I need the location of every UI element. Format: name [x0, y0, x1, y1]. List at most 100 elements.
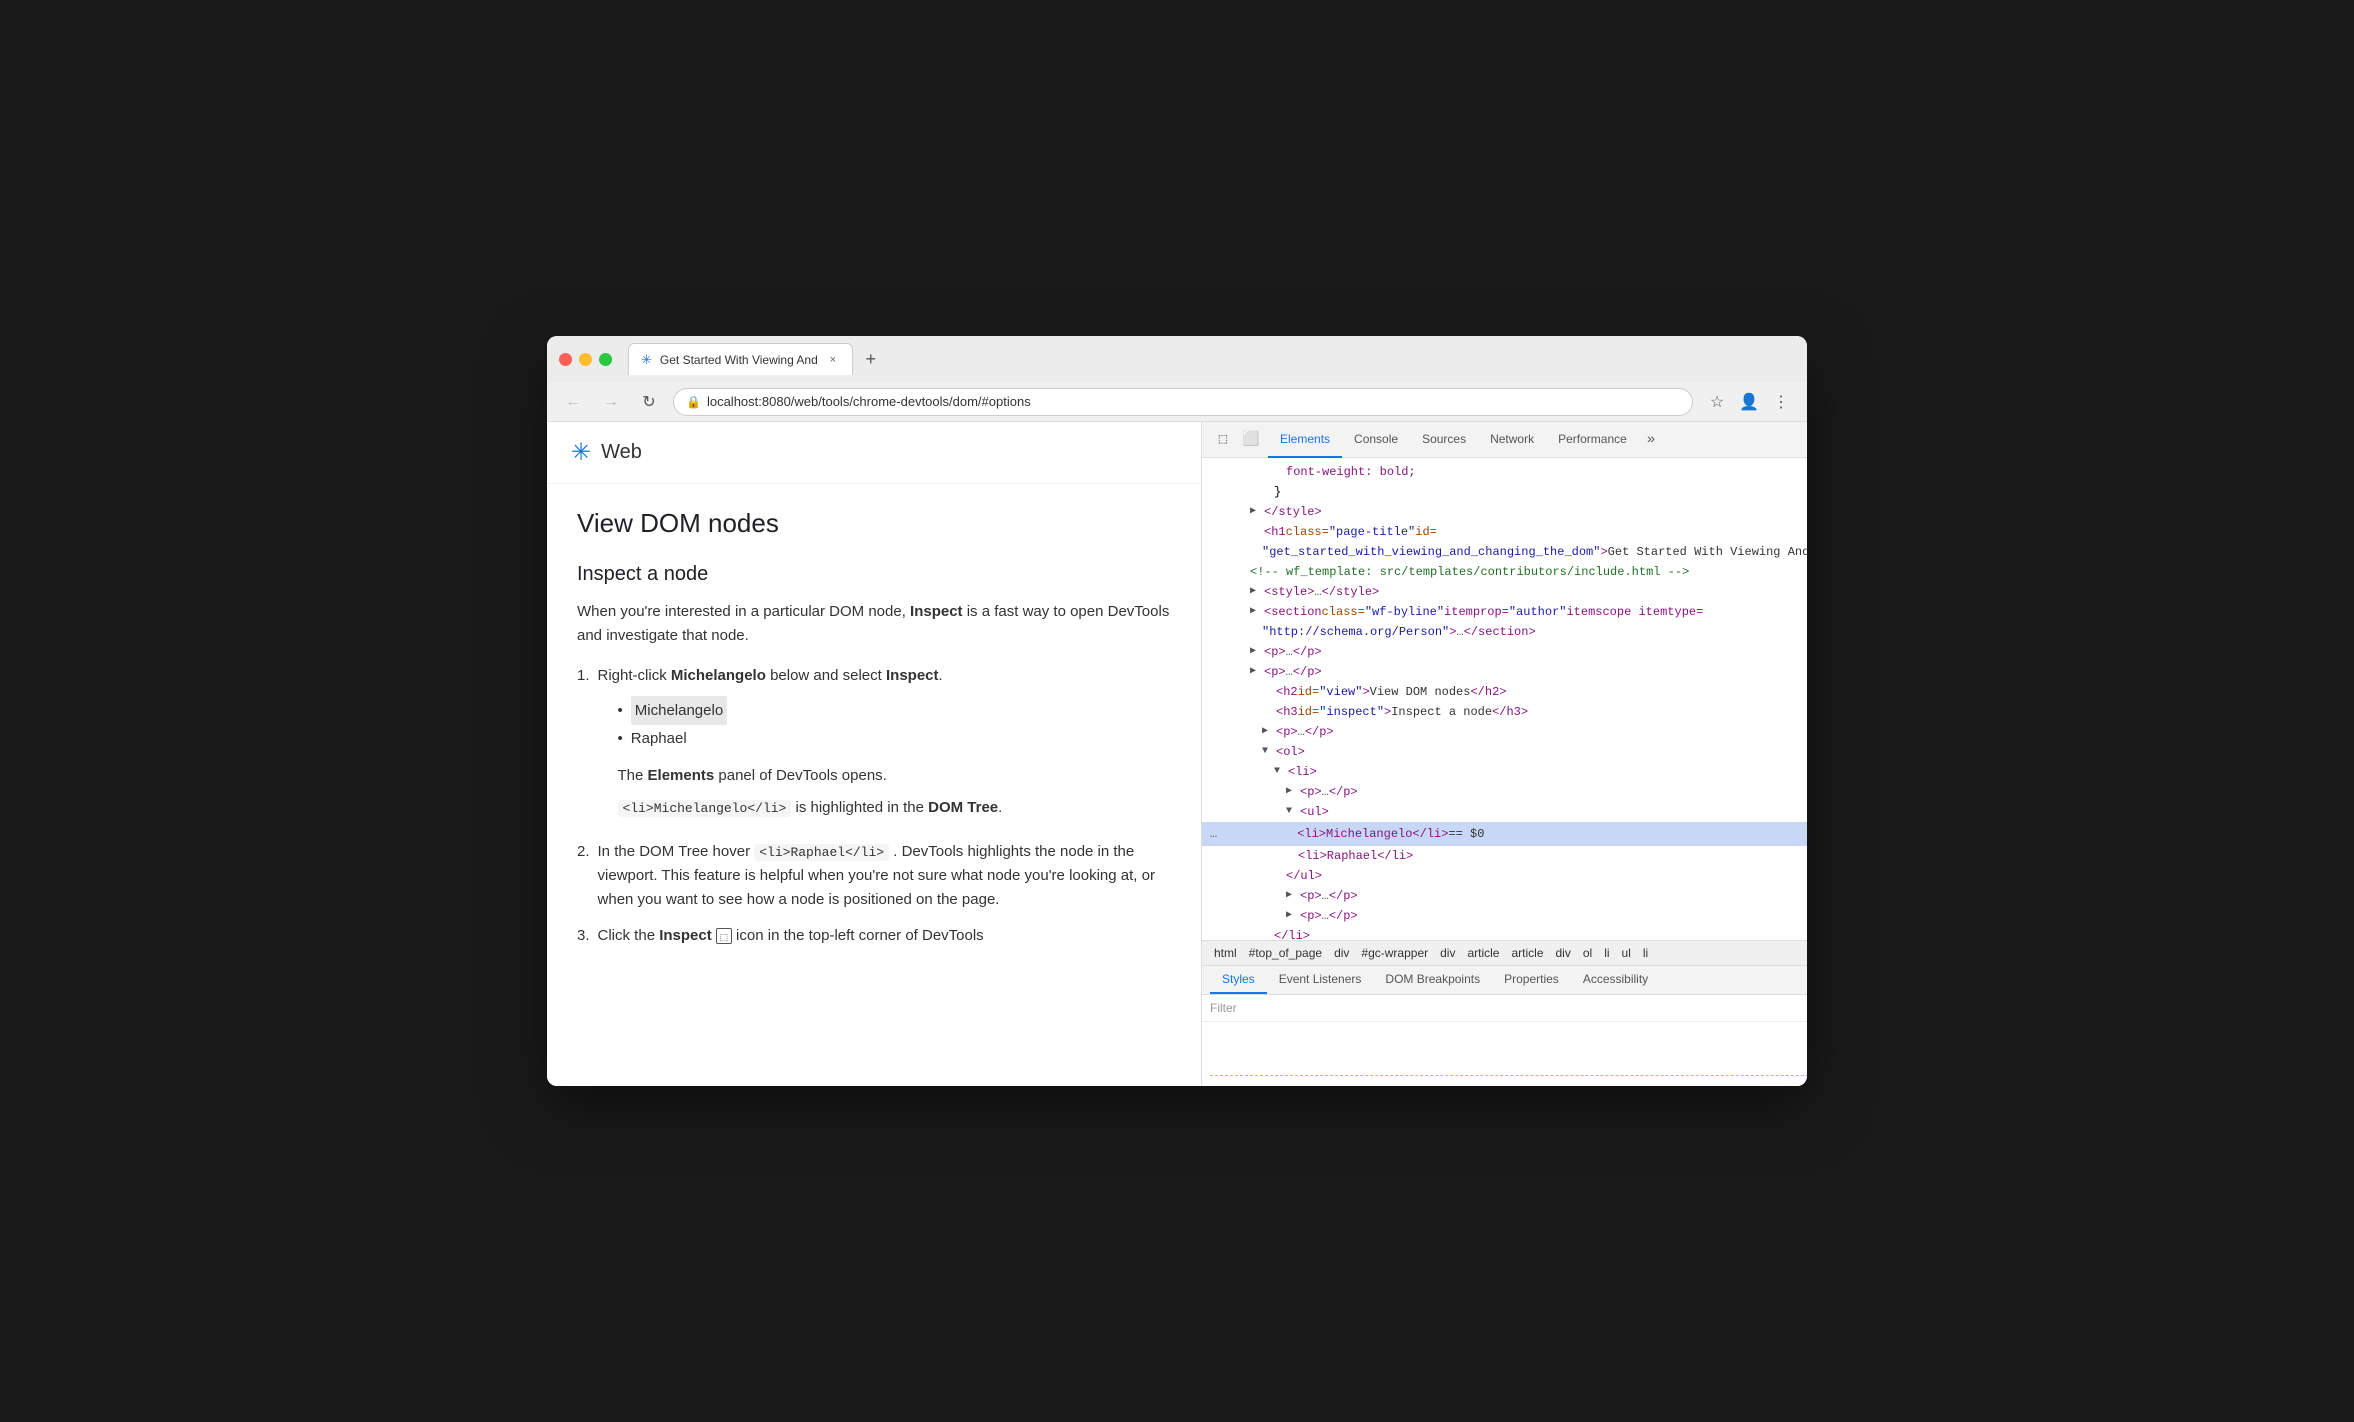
dom-line[interactable]: ▼ <li> [1202, 762, 1807, 782]
dom-line[interactable]: ▶ <section class= "wf-byline" itemprop= … [1202, 602, 1807, 622]
dom-line[interactable]: </li> [1202, 926, 1807, 940]
breadcrumb-ol[interactable]: ol [1579, 945, 1596, 961]
dom-line[interactable]: <li>Raphael</li> [1202, 846, 1807, 866]
breadcrumb-div2[interactable]: div [1436, 945, 1459, 961]
inspect-bold-2: Inspect [659, 927, 712, 944]
ul-item-raphael: Raphael [618, 725, 1003, 752]
tab-console[interactable]: Console [1342, 422, 1410, 458]
dom-line[interactable]: } [1202, 482, 1807, 502]
p5-end: </p> [1329, 887, 1358, 905]
ul-close: </ul> [1286, 867, 1322, 885]
dom-line[interactable]: font-weight: bold; [1202, 462, 1807, 482]
tab-styles[interactable]: Styles [1210, 966, 1267, 994]
close-window-button[interactable] [559, 353, 572, 366]
dom-line-selected[interactable]: … <li>Michelangelo</li> == $0 [1202, 822, 1807, 846]
expand-icon[interactable]: ▶ [1286, 907, 1300, 925]
expand-icon[interactable]: ▶ [1250, 663, 1264, 681]
dots: … [1298, 723, 1305, 741]
dom-line[interactable]: "http://schema.org/Person" > … </section… [1202, 622, 1807, 642]
breadcrumb-html[interactable]: html [1210, 945, 1241, 961]
devtools-device-button[interactable]: ⬜ [1238, 427, 1264, 453]
browser-tab[interactable]: ✳ Get Started With Viewing And × [628, 343, 853, 375]
breadcrumb-article1[interactable]: article [1463, 945, 1503, 961]
breadcrumb-top[interactable]: #top_of_page [1245, 945, 1326, 961]
expand-icon[interactable]: ▶ [1286, 887, 1300, 905]
breadcrumb-div3[interactable]: div [1552, 945, 1575, 961]
breadcrumb-li[interactable]: li [1600, 945, 1613, 961]
expand-icon[interactable]: ▶ [1250, 503, 1264, 521]
tab-network[interactable]: Network [1478, 422, 1546, 458]
breadcrumb-ul[interactable]: ul [1618, 945, 1635, 961]
back-button[interactable]: ← [559, 388, 587, 416]
dom-line[interactable]: ▶ <p> … </p> [1202, 722, 1807, 742]
dom-line[interactable]: </ul> [1202, 866, 1807, 886]
bookmark-button[interactable]: ☆ [1703, 388, 1731, 416]
dom-line[interactable]: <h1 class= "page-title" id= [1202, 522, 1807, 542]
expand-icon[interactable]: ▼ [1262, 743, 1276, 761]
p3-end: </p> [1305, 723, 1334, 741]
tab-performance[interactable]: Performance [1546, 422, 1639, 458]
dom-line[interactable]: <h3 id= "inspect" > Inspect a node </h3> [1202, 702, 1807, 722]
tab-dom-breakpoints[interactable]: DOM Breakpoints [1373, 966, 1492, 994]
dom-line[interactable]: ▶ <p> … </p> [1202, 782, 1807, 802]
dom-line[interactable]: "get_started_with_viewing_and_changing_t… [1202, 542, 1807, 562]
expand-icon[interactable]: ▶ [1250, 583, 1264, 601]
dom-line[interactable]: ▶ <p> … </p> [1202, 886, 1807, 906]
reload-icon: ↻ [642, 392, 655, 412]
p1-collapsed: <p> [1264, 643, 1286, 661]
dom-line[interactable]: ▶ </style> [1202, 502, 1807, 522]
dom-line[interactable]: ▼ <ul> [1202, 802, 1807, 822]
expand-icon[interactable]: ▼ [1286, 803, 1300, 821]
dom-line[interactable]: ▶ <p> … </p> [1202, 642, 1807, 662]
dom-line[interactable]: ▼ <ol> [1202, 742, 1807, 762]
expand-icon[interactable]: ▶ [1286, 783, 1300, 801]
tab-properties[interactable]: Properties [1492, 966, 1571, 994]
section-itemscope: itemscope itemtype= [1566, 603, 1703, 621]
expand-icon[interactable]: ▶ [1250, 643, 1264, 661]
more-tabs-button[interactable]: » [1639, 426, 1663, 454]
breadcrumb-article2[interactable]: article [1507, 945, 1547, 961]
dom-line[interactable]: ▶ <style> … </style> [1202, 582, 1807, 602]
michelangelo-highlighted: Michelangelo [631, 696, 727, 725]
dom-line[interactable]: ▶ <p> … </p> [1202, 662, 1807, 682]
minimize-window-button[interactable] [579, 353, 592, 366]
dom-line[interactable]: ▶ <p> … </p> [1202, 906, 1807, 926]
tab-sources[interactable]: Sources [1410, 422, 1478, 458]
traffic-lights [559, 353, 612, 366]
devtools-inspect-button[interactable]: ⬚ [1210, 427, 1236, 453]
breadcrumb-li2[interactable]: li [1639, 945, 1652, 961]
menu-icon: ⋮ [1773, 392, 1789, 412]
maximize-window-button[interactable] [599, 353, 612, 366]
forward-button[interactable]: → [597, 388, 625, 416]
section-itemprop-val: "author" [1509, 603, 1567, 621]
tab-accessibility[interactable]: Accessibility [1571, 966, 1660, 994]
reload-button[interactable]: ↻ [635, 388, 663, 416]
breadcrumb-div1[interactable]: div [1330, 945, 1353, 961]
tab-dom-breakpoints-label: DOM Breakpoints [1385, 972, 1480, 986]
filter-input[interactable]: Filter [1210, 1001, 1807, 1015]
new-tab-button[interactable]: + [857, 345, 885, 373]
devtools-icons: ⬚ ⬜ [1210, 427, 1264, 453]
h3-id-attr: id= [1298, 703, 1320, 721]
menu-button[interactable]: ⋮ [1767, 388, 1795, 416]
michelangelo-bold: Michelangelo [671, 667, 766, 684]
expand-icon[interactable]: ▶ [1250, 603, 1264, 621]
section-tag: <section [1264, 603, 1322, 621]
dom-line[interactable]: <h2 id= "view" > View DOM nodes </h2> [1202, 682, 1807, 702]
tab-elements[interactable]: Elements [1268, 422, 1342, 458]
tab-elements-label: Elements [1280, 432, 1330, 446]
dom-tree[interactable]: font-weight: bold; } ▶ </style> <h [1202, 458, 1807, 940]
breadcrumb-gc-wrapper[interactable]: #gc-wrapper [1357, 945, 1432, 961]
p6-end: </p> [1329, 907, 1358, 925]
expand-icon[interactable]: ▶ [1262, 723, 1276, 741]
h3-open: <h3 [1276, 703, 1298, 721]
dom-line[interactable]: <!-- wf_template: src/templates/contribu… [1202, 562, 1807, 582]
expand-icon[interactable]: ▼ [1274, 763, 1288, 781]
raphael-text: Raphael [631, 725, 687, 752]
tab-event-listeners[interactable]: Event Listeners [1267, 966, 1374, 994]
para1-text-before: When you're interested in a particular D… [577, 603, 910, 620]
h2-id-val: "view" [1319, 683, 1362, 701]
profile-button[interactable]: 👤 [1735, 388, 1763, 416]
tab-close-button[interactable]: × [826, 353, 840, 367]
url-bar[interactable]: 🔒 localhost:8080/web/tools/chrome-devtoo… [673, 388, 1693, 416]
